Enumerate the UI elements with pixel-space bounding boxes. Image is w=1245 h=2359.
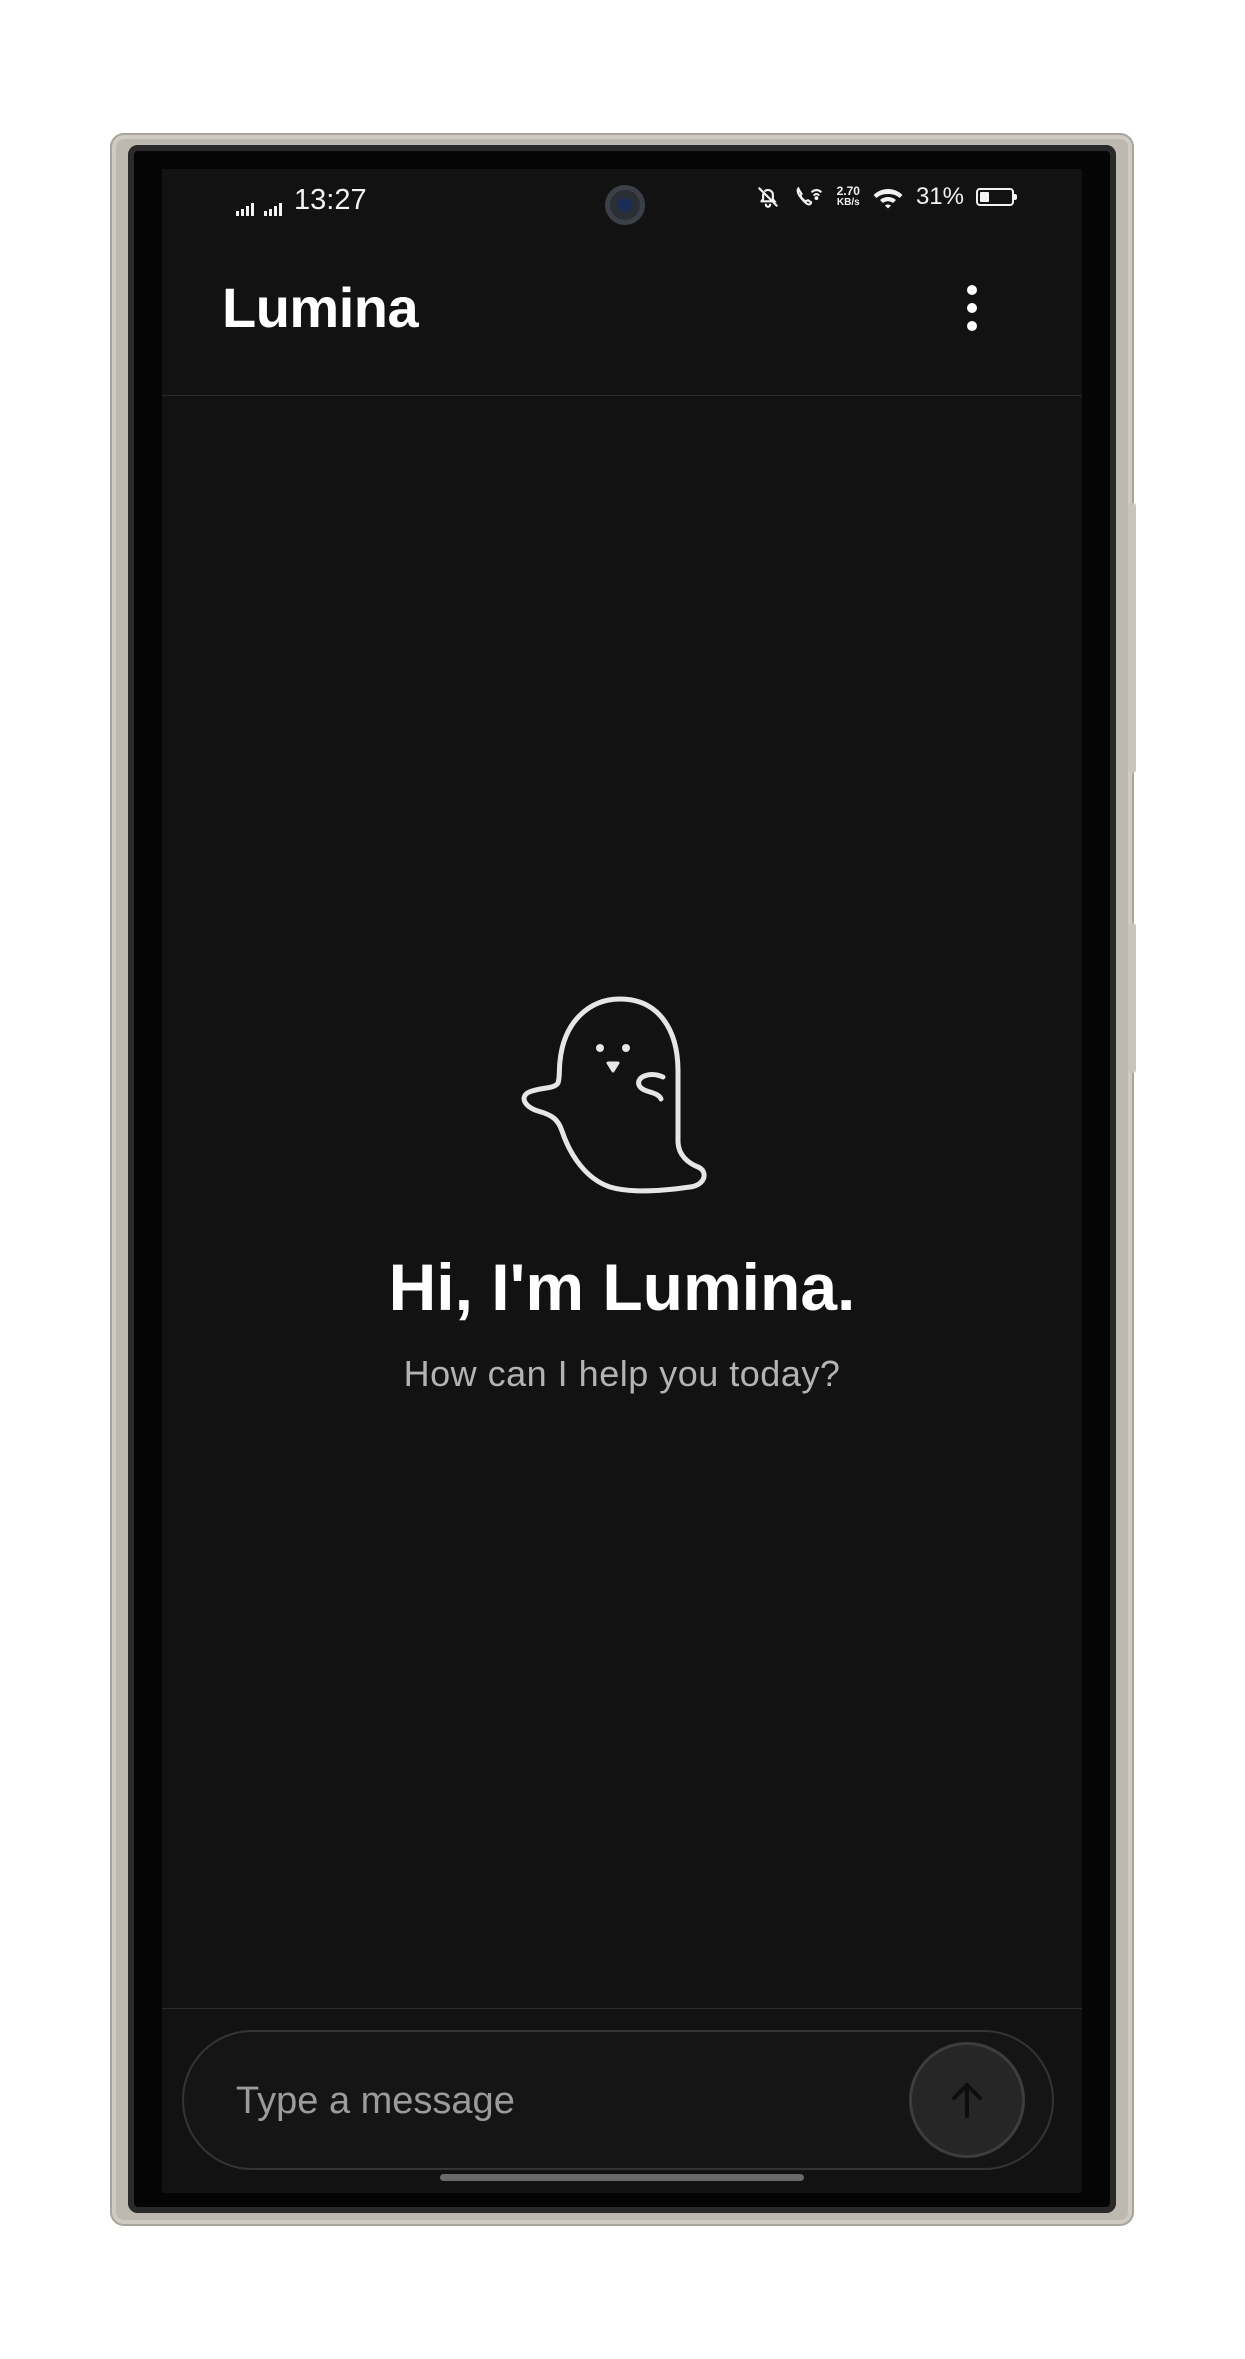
home-indicator[interactable] xyxy=(440,2174,804,2181)
screen: 13:27 2.70 KB/s 31% Lumina Hi, I'm Lumin… xyxy=(162,169,1082,2193)
volume-button xyxy=(1128,503,1136,773)
phone-frame: 13:27 2.70 KB/s 31% Lumina Hi, I'm Lumin… xyxy=(110,133,1136,2226)
message-input[interactable] xyxy=(234,2068,878,2134)
welcome-subtitle: How can I help you today? xyxy=(403,1353,841,1394)
status-left: 13:27 xyxy=(236,184,367,216)
network-speed-unit: KB/s xyxy=(836,197,860,208)
network-speed: 2.70 KB/s xyxy=(837,185,860,209)
arrow-up-icon xyxy=(952,2083,982,2118)
wifi-icon xyxy=(873,189,903,209)
welcome-title: Hi, I'm Lumina. xyxy=(388,1250,856,1324)
status-right: 2.70 KB/s 31% xyxy=(755,183,1017,211)
phone-bezel: 13:27 2.70 KB/s 31% Lumina Hi, I'm Lumin… xyxy=(128,145,1116,2213)
app-bar: Lumina xyxy=(162,241,1082,396)
status-bar: 13:27 2.70 KB/s 31% xyxy=(162,169,1082,241)
status-time: 13:27 xyxy=(294,184,367,216)
more-vert-icon[interactable] xyxy=(948,271,996,345)
bell-off-icon xyxy=(757,187,778,208)
ghost-icon xyxy=(512,991,732,1201)
network-speed-value: 2.70 xyxy=(836,184,860,198)
signal-icon xyxy=(264,202,282,216)
app-title: Lumina xyxy=(222,276,419,339)
message-composer xyxy=(182,2030,1054,2170)
battery-fill xyxy=(980,192,989,202)
power-button xyxy=(1128,923,1136,1073)
send-button[interactable] xyxy=(909,2042,1025,2158)
signal-icon xyxy=(236,202,254,216)
welcome-section: Hi, I'm Lumina. How can I help you today… xyxy=(162,991,1082,1395)
wifi-calling-icon xyxy=(796,186,822,206)
front-camera xyxy=(605,185,645,225)
battery-icon xyxy=(976,188,1017,206)
battery-percent: 31% xyxy=(915,183,964,210)
composer-divider xyxy=(162,2008,1082,2009)
